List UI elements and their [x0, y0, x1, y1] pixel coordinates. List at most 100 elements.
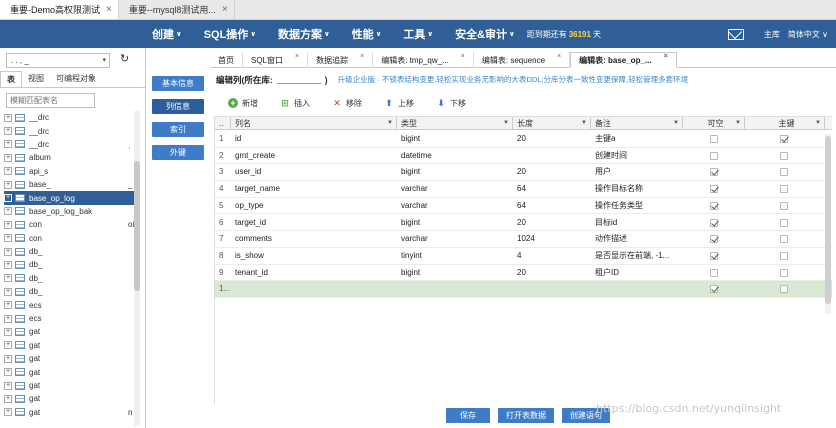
primary-key-checkbox[interactable] — [780, 151, 788, 160]
chevron-down-icon[interactable]: ▼ — [581, 117, 587, 130]
primary-key-checkbox[interactable] — [780, 218, 788, 227]
expand-icon[interactable]: + — [4, 207, 12, 216]
expand-icon[interactable]: + — [4, 314, 12, 323]
comment-cell[interactable]: 操作目标名称 — [591, 181, 683, 197]
nullable-header[interactable]: 可空 ▼ — [683, 117, 745, 130]
browser-tab[interactable]: 重要-Demo高权限测试 × — [0, 0, 119, 19]
table-row[interactable]: 4 target_name varchar 64 操作目标名称 — [215, 181, 832, 198]
scrollbar-thumb[interactable] — [134, 161, 140, 291]
length-cell[interactable] — [513, 148, 591, 164]
type-cell[interactable]: varchar — [397, 231, 513, 247]
add-column-button[interactable]: + 新增 — [228, 98, 258, 109]
comment-cell[interactable]: 目标id — [591, 215, 683, 231]
expand-icon[interactable]: + — [4, 327, 12, 336]
expand-icon[interactable]: + — [4, 301, 12, 310]
tree-item[interactable]: + con oi — [4, 218, 136, 231]
type-header[interactable]: 类型 ▼ — [397, 117, 513, 130]
tree-item[interactable]: + gat — [4, 392, 136, 405]
comment-cell[interactable]: 创建时间 — [591, 148, 683, 164]
expand-icon[interactable]: + — [4, 153, 12, 162]
foreign-key-button[interactable]: 外键 — [152, 145, 204, 160]
expand-icon[interactable]: + — [4, 113, 12, 122]
length-cell[interactable]: 20 — [513, 131, 591, 147]
type-cell[interactable]: bigint — [397, 131, 513, 147]
database-select[interactable]: . . , _ ▾ — [6, 53, 110, 68]
open-table-data-button[interactable]: 打开表数据 — [498, 408, 554, 423]
column-name-header[interactable]: 列名 ▼ — [231, 117, 397, 130]
close-icon[interactable]: × — [664, 53, 668, 60]
tree-item[interactable]: + gat — [4, 379, 136, 392]
column-name-cell[interactable]: gmt_create — [231, 148, 397, 164]
tree-item[interactable]: + gat — [4, 352, 136, 365]
expand-icon[interactable]: + — [4, 408, 12, 417]
length-header[interactable]: 长度 ▼ — [513, 117, 591, 130]
tab-tables[interactable]: 表 — [0, 71, 22, 87]
nullable-checkbox[interactable] — [710, 201, 718, 210]
nullable-checkbox[interactable] — [710, 135, 718, 143]
tree-item[interactable]: + db_ — [4, 245, 136, 258]
expand-icon[interactable]: + — [4, 180, 12, 189]
table-row[interactable]: 1 id bigint 20 主键a — [215, 131, 832, 148]
tree-item[interactable]: + db_ — [4, 272, 136, 285]
grid-scrollbar[interactable] — [825, 134, 831, 314]
expand-icon[interactable]: + — [4, 287, 12, 296]
nullable-checkbox[interactable] — [710, 235, 718, 244]
index-button[interactable]: 索引 — [152, 122, 204, 137]
comment-cell[interactable]: 是否显示在前端, -1... — [591, 248, 683, 264]
table-filter-input[interactable] — [6, 93, 95, 108]
nullable-checkbox[interactable] — [710, 285, 718, 294]
tree-item[interactable]: + db_ — [4, 258, 136, 271]
table-row[interactable]: 8 is_show tinyint 4 是否显示在前端, -1... — [215, 248, 832, 265]
type-cell[interactable]: varchar — [397, 181, 513, 197]
tab-views[interactable]: 视图 — [22, 71, 50, 87]
primary-key-checkbox[interactable] — [780, 185, 788, 194]
upgrade-notice-link[interactable]: 升级企业版 · 不锁表结构变更,轻松实现业务无影响的大表DDL;分库分表一致性变… — [338, 74, 688, 85]
primary-key-checkbox[interactable] — [780, 135, 788, 143]
tree-item[interactable]: + __drc ˌ — [4, 138, 136, 151]
comment-cell[interactable]: 用户 — [591, 164, 683, 180]
menu-item[interactable]: 工具 ∨ — [403, 26, 433, 42]
primary-key-checkbox[interactable] — [780, 235, 788, 244]
table-row[interactable]: 7 comments varchar 1024 动作描述 — [215, 231, 832, 248]
expand-icon[interactable]: + — [4, 274, 12, 283]
tree-item[interactable]: + __drc — [4, 124, 136, 137]
comment-cell[interactable] — [591, 281, 683, 297]
close-icon[interactable]: × — [106, 4, 112, 15]
primary-key-header[interactable]: 主键 ▼ — [745, 117, 825, 130]
editor-tab[interactable]: 首页 — [210, 52, 243, 68]
tree-item[interactable]: + album — [4, 151, 136, 164]
length-cell[interactable]: 64 — [513, 198, 591, 214]
primary-db-label[interactable]: 主库 — [764, 29, 780, 40]
length-cell[interactable] — [513, 281, 591, 297]
comment-cell[interactable]: 操作任务类型 — [591, 198, 683, 214]
editor-tab[interactable]: 数据追踪 × — [308, 52, 374, 68]
column-name-cell[interactable]: is_show — [231, 248, 397, 264]
move-down-button[interactable]: ⬇ 下移 — [436, 98, 466, 109]
expand-icon[interactable]: + — [4, 140, 12, 149]
editor-tab[interactable]: 编辑表: tmp_qw_... × — [373, 52, 474, 68]
type-cell[interactable]: varchar — [397, 198, 513, 214]
comment-cell[interactable]: 主键a — [591, 131, 683, 147]
length-cell[interactable]: 64 — [513, 181, 591, 197]
column-info-button[interactable]: 列信息 — [152, 99, 204, 114]
tree-item[interactable]: + db_ — [4, 285, 136, 298]
nullable-checkbox[interactable] — [710, 185, 718, 194]
remove-column-button[interactable]: ✕ 移除 — [332, 98, 362, 109]
tree-item[interactable]: + ecs — [4, 312, 136, 325]
expand-icon[interactable]: + — [4, 381, 12, 390]
type-cell[interactable]: bigint — [397, 164, 513, 180]
table-row[interactable]: 2 gmt_create datetime 创建时间 — [215, 148, 832, 165]
length-cell[interactable]: 20 — [513, 215, 591, 231]
tree-item[interactable]: + api_s — [4, 165, 136, 178]
length-cell[interactable]: 1024 — [513, 231, 591, 247]
save-button[interactable]: 保存 — [446, 408, 490, 423]
primary-key-checkbox[interactable] — [780, 168, 788, 177]
chevron-down-icon[interactable]: ▼ — [387, 117, 393, 130]
nullable-checkbox[interactable] — [710, 168, 718, 177]
language-selector[interactable]: 简体中文 ∨ — [788, 29, 828, 40]
nullable-checkbox[interactable] — [710, 218, 718, 227]
tree-item[interactable]: + __drc — [4, 111, 136, 124]
insert-column-button[interactable]: ⊞ 插入 — [280, 98, 310, 109]
expand-icon[interactable]: + — [4, 368, 12, 377]
tree-item[interactable]: + gat — [4, 339, 136, 352]
